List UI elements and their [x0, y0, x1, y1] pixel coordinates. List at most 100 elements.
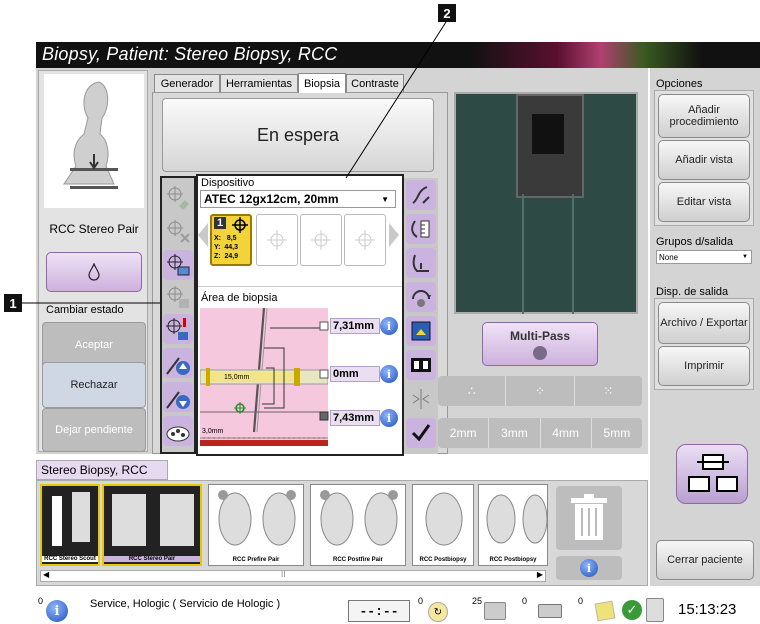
thumbnail-label: RCC Postbiopsy — [419, 557, 467, 563]
target-card-empty[interactable] — [344, 214, 386, 266]
offset-2mm-button[interactable]: 2mm — [438, 418, 490, 448]
mirror-icon[interactable] — [406, 384, 436, 414]
view-image — [44, 74, 144, 208]
target-delete-icon[interactable] — [163, 216, 193, 246]
info-icon[interactable]: i — [380, 317, 398, 335]
thumbnail-scout[interactable]: RCC Stereo Scout — [40, 484, 100, 566]
measurement-mid: 0mm — [330, 366, 380, 382]
thumbnail-scrollbar[interactable]: ◀ II ▶ — [40, 570, 546, 582]
network-icon[interactable] — [646, 598, 664, 622]
target-check-icon[interactable] — [163, 182, 193, 212]
offset-3mm-button[interactable]: 3mm — [489, 418, 541, 448]
status-banner-text: En espera — [256, 124, 340, 145]
thumbnail-stereo-pair[interactable]: RCC Stereo Pair — [102, 484, 202, 566]
info-icon: i — [580, 559, 598, 577]
trash-icon[interactable] — [556, 486, 622, 550]
layout-icon — [688, 454, 738, 492]
tab-contraste[interactable]: Contraste — [346, 74, 404, 92]
info-icon[interactable]: i — [46, 600, 68, 622]
thumbnail-label: RCC Stereo Pair — [104, 556, 200, 562]
thumbnail-postbiopsy[interactable]: RCC Postbiopsy — [412, 484, 474, 566]
pattern-5-icon[interactable]: ⁙ — [575, 376, 642, 406]
notes-icon[interactable] — [594, 600, 616, 622]
clock: 15:13:23 — [678, 601, 737, 618]
measurement-bottom-value: 7,43mm — [333, 412, 374, 424]
system-ok-icon[interactable]: ✓ — [622, 600, 642, 620]
print-button[interactable]: Imprimir — [658, 346, 750, 386]
compression-icon[interactable]: ↻ — [428, 602, 448, 622]
checkmark-icon[interactable] — [406, 418, 436, 448]
thumbnail-info-button[interactable]: i — [556, 556, 622, 580]
target-card-empty[interactable] — [256, 214, 298, 266]
chevron-down-icon: ▼ — [381, 194, 389, 204]
offset-5mm-button[interactable]: 5mm — [592, 418, 642, 448]
archive-export-button[interactable]: Archivo / Exportar — [658, 302, 750, 344]
biopsy-area-label: Área de biopsia — [201, 292, 278, 304]
options-header: Opciones — [656, 78, 703, 90]
printer-icon[interactable] — [538, 604, 562, 618]
add-procedure-button[interactable]: Añadir procedimiento — [658, 94, 750, 138]
stroke-length-label: 15,0mm — [224, 374, 250, 381]
target-compare-icon[interactable] — [163, 282, 193, 312]
multipass-label: Multi-Pass — [509, 329, 570, 343]
target-card-active[interactable]: 1 X: 8,5 Y: 44,3 Z: 24,9 — [210, 214, 252, 266]
view-action-button[interactable] — [46, 252, 142, 292]
pattern-3-icon[interactable]: ∴ — [438, 376, 507, 406]
layout-toggle-button[interactable] — [676, 444, 748, 504]
storage-icon[interactable] — [484, 602, 506, 620]
device-select[interactable]: ATEC 12gx12cm, 20mm ▼ — [200, 190, 396, 208]
scroll-left-icon[interactable]: ◀ — [43, 570, 49, 579]
rotate-icon[interactable] — [406, 282, 436, 312]
pattern-buttons: ∴ ⁘ ⁙ — [438, 376, 642, 406]
service-text: Service, Hologic ( Servicio de Hologic ) — [90, 598, 281, 610]
ruler-icon[interactable] — [406, 214, 436, 244]
thumbnail-prefire[interactable]: RCC Prefire Pair — [208, 484, 304, 566]
thumbnail-tab-label: Stereo Biopsy, RCC — [41, 463, 148, 477]
thumbnail-postfire[interactable]: RCC Postfire Pair — [310, 484, 406, 566]
close-patient-button[interactable]: Cerrar paciente — [656, 540, 754, 580]
alerts-count: 0 — [38, 596, 44, 606]
output-groups-label: Grupos d/salida — [656, 236, 734, 248]
bottom-margin-label: 3,0mm — [202, 428, 224, 435]
info-icon[interactable]: i — [380, 409, 398, 427]
target-prev-icon[interactable] — [197, 222, 209, 248]
count-a: 0 — [418, 596, 424, 606]
thumbnail-label: RCC Postfire Pair — [332, 557, 383, 563]
callout-1: 1 — [4, 294, 22, 312]
output-groups-select[interactable]: None ▼ — [656, 250, 752, 264]
needle-down-icon[interactable] — [163, 382, 193, 412]
tab-generador[interactable]: Generador — [154, 74, 220, 92]
multipass-button[interactable]: Multi-Pass — [482, 322, 598, 366]
thumbnail-tab[interactable]: Stereo Biopsy, RCC — [36, 460, 168, 480]
pattern-4-icon[interactable]: ⁘ — [506, 376, 575, 406]
needle-path-icon[interactable] — [406, 180, 436, 210]
offset-4mm-button[interactable]: 4mm — [541, 418, 592, 448]
tab-biopsia[interactable]: Biopsia — [298, 73, 346, 93]
scroll-thumb-mark: II — [281, 570, 286, 579]
add-view-button[interactable]: Añadir vista — [658, 140, 750, 180]
multipass-indicator — [533, 346, 547, 360]
measurement-top: 7,31mm — [330, 318, 380, 334]
info-icon[interactable]: i — [380, 365, 398, 383]
pending-button[interactable]: Dejar pendiente — [42, 408, 146, 452]
thumbnail-postbiopsy-2[interactable]: RCC Postbiopsy — [478, 484, 548, 566]
chevron-down-icon: ▼ — [742, 254, 748, 260]
tab-herramientas[interactable]: Herramientas — [220, 74, 298, 92]
target-next-icon[interactable] — [388, 222, 400, 248]
needle-depth-icon[interactable] — [406, 248, 436, 278]
cloud-target-icon[interactable] — [163, 416, 193, 446]
reject-button[interactable]: Rechazar — [42, 362, 146, 408]
needle-up-icon[interactable] — [163, 348, 193, 378]
count-c: 0 — [522, 596, 528, 606]
scroll-right-icon[interactable]: ▶ — [537, 570, 543, 579]
device-divider — [198, 286, 402, 287]
output-groups-value: None — [659, 252, 679, 262]
split-view-icon[interactable] — [406, 350, 436, 380]
target-send-icon[interactable] — [163, 250, 193, 280]
edit-view-button[interactable]: Editar vista — [658, 182, 750, 222]
measurement-top-value: 7,31mm — [333, 320, 374, 332]
image-overlay-icon[interactable] — [406, 316, 436, 346]
target-card-empty[interactable] — [300, 214, 342, 266]
target-alert-icon[interactable] — [163, 314, 193, 344]
offset-buttons: 2mm 3mm 4mm 5mm — [438, 418, 642, 448]
